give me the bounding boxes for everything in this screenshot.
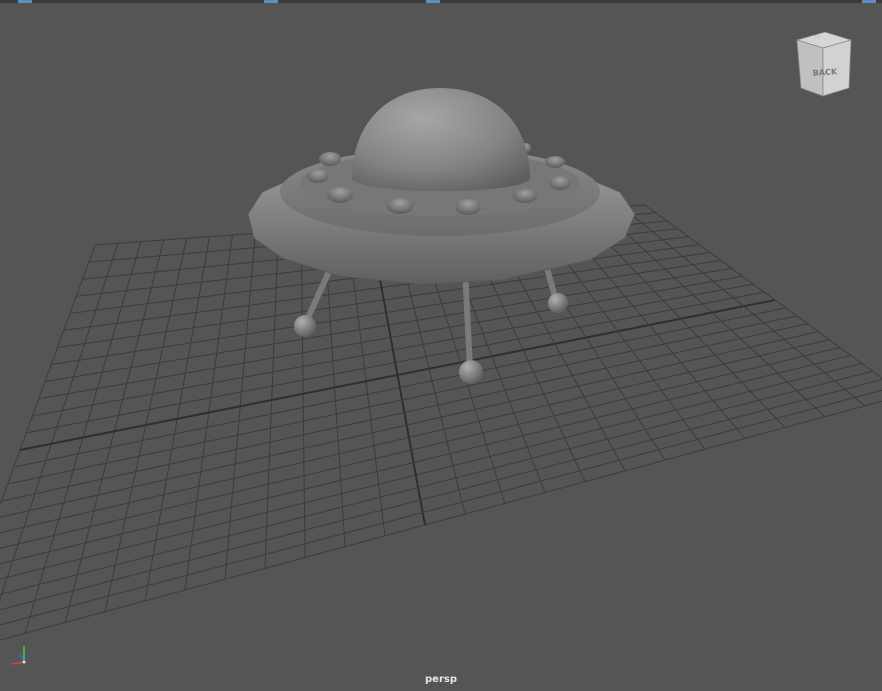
scene-canvas[interactable] [0, 0, 882, 691]
svg-text:▭: ▭ [815, 34, 820, 40]
ufo-dome[interactable] [352, 88, 530, 192]
3d-viewport[interactable]: ▭ BACK persp [0, 0, 882, 691]
viewcube-face-label: BACK [813, 67, 839, 78]
viewcube[interactable]: ▭ BACK [795, 30, 855, 98]
camera-name-label: persp [425, 674, 457, 685]
axis-orientation-icon [11, 646, 26, 665]
